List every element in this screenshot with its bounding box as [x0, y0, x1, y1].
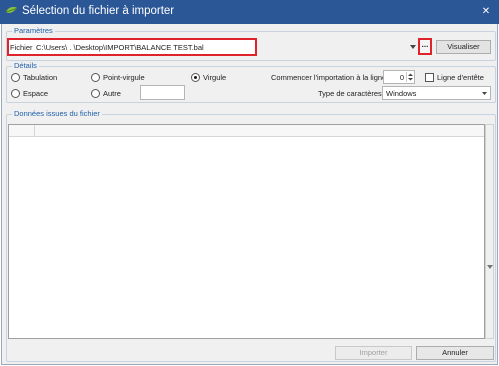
radio-autre-label: Autre: [103, 89, 121, 98]
file-path-value: C:\Users\ . \Desktop\IMPORT\BALANCE TEST…: [36, 43, 204, 52]
charset-value: Windows: [386, 89, 417, 98]
charset-label: Type de caractères: [318, 89, 382, 98]
file-label: Fichier: [10, 43, 33, 52]
title-bar: Sélection du fichier à importer ✕: [0, 0, 499, 24]
radio-point-virgule[interactable]: [91, 73, 100, 82]
radio-point-virgule-label: Point-virgule: [103, 73, 145, 82]
details-legend: Détails: [12, 61, 39, 70]
charset-select[interactable]: Windows: [382, 86, 491, 100]
close-icon: ✕: [481, 6, 491, 17]
browse-button[interactable]: ...: [418, 38, 432, 55]
radio-tabulation[interactable]: [11, 73, 20, 82]
path-dropdown-chevron-icon[interactable]: [410, 45, 416, 49]
file-path-field[interactable]: Fichier C:\Users\ . \Desktop\IMPORT\BALA…: [7, 38, 257, 56]
app-logo-icon: [5, 7, 18, 13]
import-button[interactable]: Importer: [335, 346, 412, 360]
autre-separator-input[interactable]: [140, 85, 185, 100]
radio-autre[interactable]: [91, 89, 100, 98]
charset-chevron-down-icon: [482, 92, 487, 95]
header-line-label: Ligne d'entête: [437, 73, 484, 82]
data-grid[interactable]: [8, 124, 485, 339]
start-line-label: Commencer l'importation à la ligne: [271, 73, 387, 82]
radio-tabulation-label: Tabulation: [23, 73, 58, 82]
window-title: Sélection du fichier à importer: [22, 5, 175, 17]
start-line-value: 0: [399, 73, 404, 82]
radio-virgule[interactable]: [191, 73, 200, 82]
grid-header: [9, 125, 484, 137]
scroll-down-arrow-icon[interactable]: [487, 265, 493, 269]
radio-espace-label: Espace: [23, 89, 49, 98]
radio-espace[interactable]: [11, 89, 20, 98]
visualiser-button[interactable]: Visualiser: [436, 40, 491, 54]
start-line-spinner-icon[interactable]: [406, 72, 413, 82]
start-line-input[interactable]: 0: [383, 70, 415, 84]
cancel-button[interactable]: Annuler: [416, 346, 494, 360]
grid-scrollbar[interactable]: [485, 124, 494, 339]
close-window-button[interactable]: ✕: [478, 4, 494, 20]
header-line-checkbox[interactable]: [425, 73, 434, 82]
parametres-legend: Paramètres: [12, 26, 55, 35]
grid-header-corner: [9, 125, 35, 137]
radio-virgule-label: Virgule: [203, 73, 227, 82]
data-group-legend: Données issues du fichier: [12, 109, 102, 118]
dialog-body: Paramètres Fichier C:\Users\ . \Desktop\…: [1, 24, 498, 365]
